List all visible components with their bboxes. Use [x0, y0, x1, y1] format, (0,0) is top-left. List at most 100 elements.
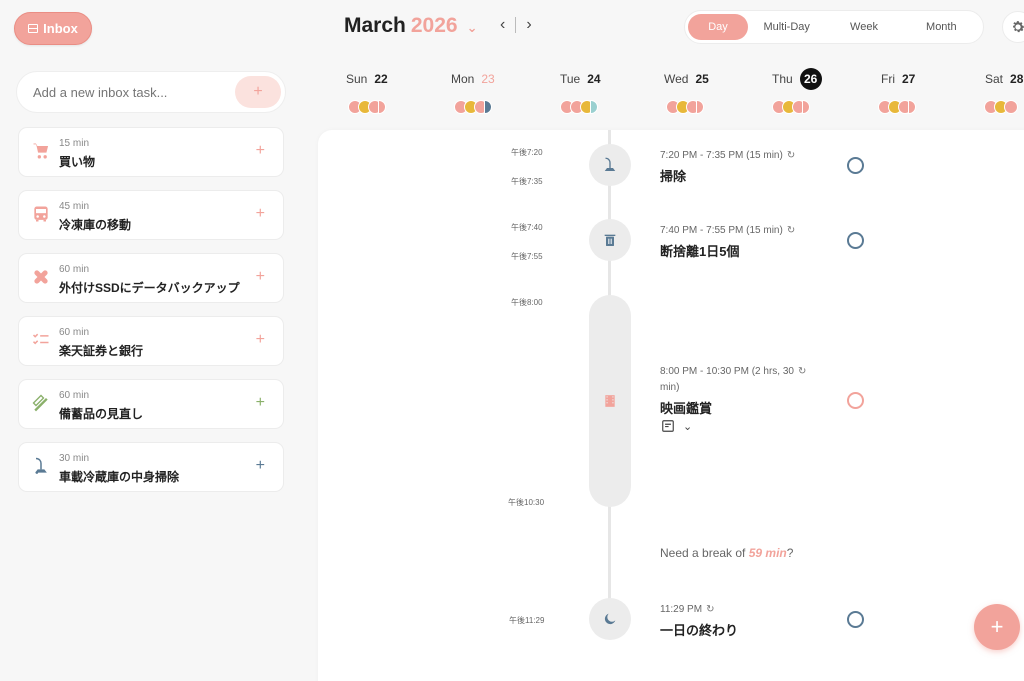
gear-icon[interactable] — [1002, 11, 1024, 43]
event-complete-checkbox[interactable] — [847, 157, 864, 174]
event-notes[interactable]: ⌄ — [661, 419, 692, 433]
break-suffix: ? — [786, 546, 794, 560]
tab-day[interactable]: Day — [688, 14, 748, 40]
bandage-icon — [34, 270, 48, 284]
plus-icon[interactable]: + — [256, 142, 265, 160]
shopping-cart-icon — [33, 143, 49, 159]
day-of-week: Sun — [346, 72, 368, 86]
event-title[interactable]: 一日の終わり — [660, 620, 738, 639]
task-duration: 60 min — [59, 390, 90, 401]
event-complete-checkbox[interactable] — [847, 611, 864, 628]
note-icon — [662, 420, 674, 432]
day-column-sat[interactable]: Sat 28 — [985, 68, 1024, 90]
plus-icon[interactable]: + — [256, 331, 265, 349]
tab-multi-day[interactable]: Multi-Day — [748, 14, 825, 40]
day-number: 27 — [902, 72, 916, 86]
task-name: 冷凍庫の移動 — [59, 218, 132, 232]
day-column-fri[interactable]: Fri 27 — [881, 68, 971, 90]
inbox-button[interactable]: Inbox — [14, 12, 92, 45]
day-number-today: 26 — [799, 68, 822, 90]
task-name: 外付けSSDにデータバックアップ — [59, 281, 240, 295]
event-time-text: min) — [660, 382, 680, 393]
time-label: 午後11:29 — [509, 616, 545, 625]
month-title[interactable]: March 2026 ⌄ — [344, 14, 477, 38]
event-complete-checkbox[interactable] — [847, 232, 864, 249]
pencil-ruler-icon — [32, 394, 48, 412]
chevron-down-icon[interactable]: ⌄ — [467, 20, 478, 36]
repeat-icon: ↻ — [797, 366, 807, 377]
day-column-mon[interactable]: Mon 23 — [451, 68, 541, 90]
day-event-dots — [984, 100, 1024, 114]
event-pill[interactable] — [589, 295, 631, 507]
day-column-tue[interactable]: Tue 24 — [560, 68, 650, 90]
time-label: 午後7:40 — [511, 223, 543, 232]
event-bubble[interactable] — [589, 144, 631, 186]
event-title[interactable]: 掃除 — [660, 166, 686, 185]
time-label: 午後7:35 — [511, 177, 543, 186]
day-column-sun[interactable]: Sun 22 — [346, 68, 436, 90]
plus-icon[interactable]: + — [256, 457, 265, 475]
event-title[interactable]: 映画鑑賞 — [660, 398, 712, 417]
task-name: 楽天証券と銀行 — [59, 344, 144, 358]
day-number: 23 — [481, 72, 495, 86]
chevron-down-icon[interactable]: ⌄ — [683, 420, 692, 433]
time-label: 午後10:30 — [508, 498, 545, 507]
repeat-icon: ↻ — [786, 150, 796, 161]
inbox-task-card[interactable]: 45 min 冷凍庫の移動 + — [18, 190, 284, 240]
task-duration: 45 min — [59, 201, 90, 212]
inbox-button-label: Inbox — [43, 21, 78, 36]
break-suggestion[interactable]: Need a break of 59 min? — [660, 546, 793, 560]
month-name: March — [344, 14, 406, 37]
inbox-task-card[interactable]: 60 min 備蓄品の見直し + — [18, 379, 284, 429]
event-time-text: 8:00 PM - 10:30 PM (2 hrs, 30 — [660, 366, 794, 377]
day-of-week: Fri — [881, 72, 895, 86]
plus-icon[interactable]: + — [256, 205, 265, 223]
event-time: 11:29 PM ↻ — [660, 604, 714, 615]
event-bubble[interactable] — [589, 598, 631, 640]
week-days-row: Sun 22 Mon 23 Tue 24 Wed 25 Thu 26 Fri 27 Sat 2… — [0, 68, 1024, 120]
inbox-icon — [28, 24, 39, 33]
plus-icon[interactable]: + — [256, 394, 265, 412]
task-name: 備蓄品の見直し — [59, 407, 144, 421]
break-prefix: Need a break of — [660, 546, 746, 560]
task-name: 買い物 — [59, 155, 96, 169]
event-time-text: 7:20 PM - 7:35 PM (15 min) — [660, 150, 783, 161]
prev-arrow-icon[interactable]: ‹ — [500, 16, 505, 34]
date-navigation: ‹ › — [500, 16, 532, 34]
year-label: 2026 — [410, 14, 458, 37]
next-arrow-icon[interactable]: › — [526, 16, 531, 34]
tab-month[interactable]: Month — [903, 14, 980, 40]
plus-icon[interactable]: + — [256, 268, 265, 286]
vacuum-icon — [604, 157, 616, 171]
event-time-text: 11:29 PM — [660, 604, 703, 615]
checklist-icon — [32, 333, 49, 345]
repeat-icon: ↻ — [786, 225, 796, 236]
day-of-week: Thu — [772, 72, 793, 86]
tab-week[interactable]: Week — [825, 14, 902, 40]
inbox-task-card[interactable]: 60 min 楽天証券と銀行 + — [18, 316, 284, 366]
day-event-dots — [560, 100, 620, 114]
time-label: 午後7:55 — [511, 252, 543, 261]
day-event-dots — [348, 100, 408, 114]
event-complete-checkbox[interactable] — [847, 392, 864, 409]
day-number: 28 — [1010, 72, 1024, 86]
day-column-wed[interactable]: Wed 25 — [664, 68, 754, 90]
day-of-week: Tue — [560, 72, 581, 86]
event-title[interactable]: 断捨離1日5個 — [660, 241, 739, 260]
day-event-dots — [772, 100, 832, 114]
inbox-task-card[interactable]: 15 min 買い物 + — [18, 127, 284, 177]
inbox-task-card[interactable]: 30 min 車載冷蔵庫の中身掃除 + — [18, 442, 284, 492]
day-column-thu[interactable]: Thu 26 — [772, 68, 862, 90]
task-duration: 15 min — [59, 138, 90, 149]
day-number: 24 — [587, 72, 601, 86]
film-icon — [605, 395, 615, 407]
event-time: 7:20 PM - 7:35 PM (15 min) ↻ — [660, 150, 795, 161]
bus-icon — [34, 206, 48, 222]
task-duration: 60 min — [59, 327, 90, 338]
inbox-task-card[interactable]: 60 min 外付けSSDにデータバックアップ + — [18, 253, 284, 303]
time-label: 午後8:00 — [511, 298, 543, 307]
add-event-fab[interactable]: + — [974, 604, 1020, 650]
day-of-week: Wed — [664, 72, 689, 86]
event-bubble[interactable] — [589, 219, 631, 261]
day-of-week: Sat — [985, 72, 1004, 86]
